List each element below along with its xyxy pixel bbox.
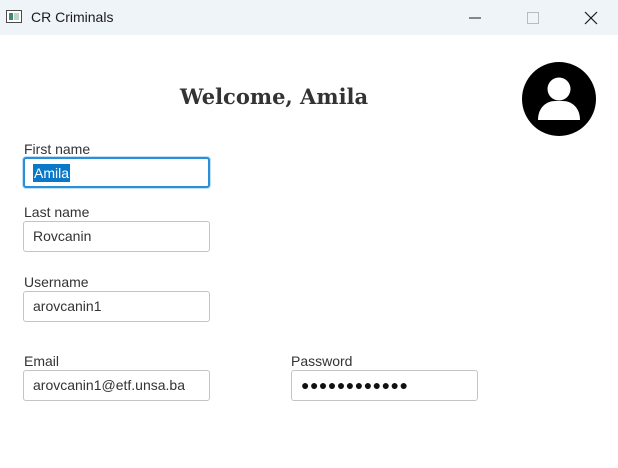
last-name-value: Rovcanin <box>33 228 92 244</box>
close-icon <box>584 11 598 24</box>
password-input[interactable]: ●●●●●●●●●●●● <box>291 370 478 401</box>
email-value: arovcanin1@etf.unsa.ba <box>33 377 185 393</box>
first-name-label: First name <box>24 141 91 157</box>
first-name-input[interactable]: Amila <box>23 157 210 188</box>
maximize-icon <box>527 11 539 24</box>
last-name-input[interactable]: Rovcanin <box>23 221 210 252</box>
username-value: arovcanin1 <box>33 298 102 314</box>
maximize-button[interactable] <box>504 0 562 35</box>
user-avatar-icon[interactable] <box>522 62 596 136</box>
email-label: Email <box>24 353 60 369</box>
minimize-icon <box>469 17 481 18</box>
password-label: Password <box>291 353 353 369</box>
email-input[interactable]: arovcanin1@etf.unsa.ba <box>23 370 210 401</box>
window-titlebar: CR Criminals <box>0 0 618 35</box>
password-masked-value: ●●●●●●●●●●●● <box>301 377 409 393</box>
username-input[interactable]: arovcanin1 <box>23 291 210 322</box>
app-window-icon <box>6 10 22 23</box>
first-name-value: Amila <box>33 164 71 182</box>
welcome-heading: Welcome, Amila <box>179 84 369 109</box>
minimize-button[interactable] <box>446 0 504 35</box>
username-label: Username <box>24 274 89 290</box>
last-name-label: Last name <box>24 204 90 220</box>
window-title: CR Criminals <box>31 9 114 25</box>
close-button[interactable] <box>562 0 618 35</box>
